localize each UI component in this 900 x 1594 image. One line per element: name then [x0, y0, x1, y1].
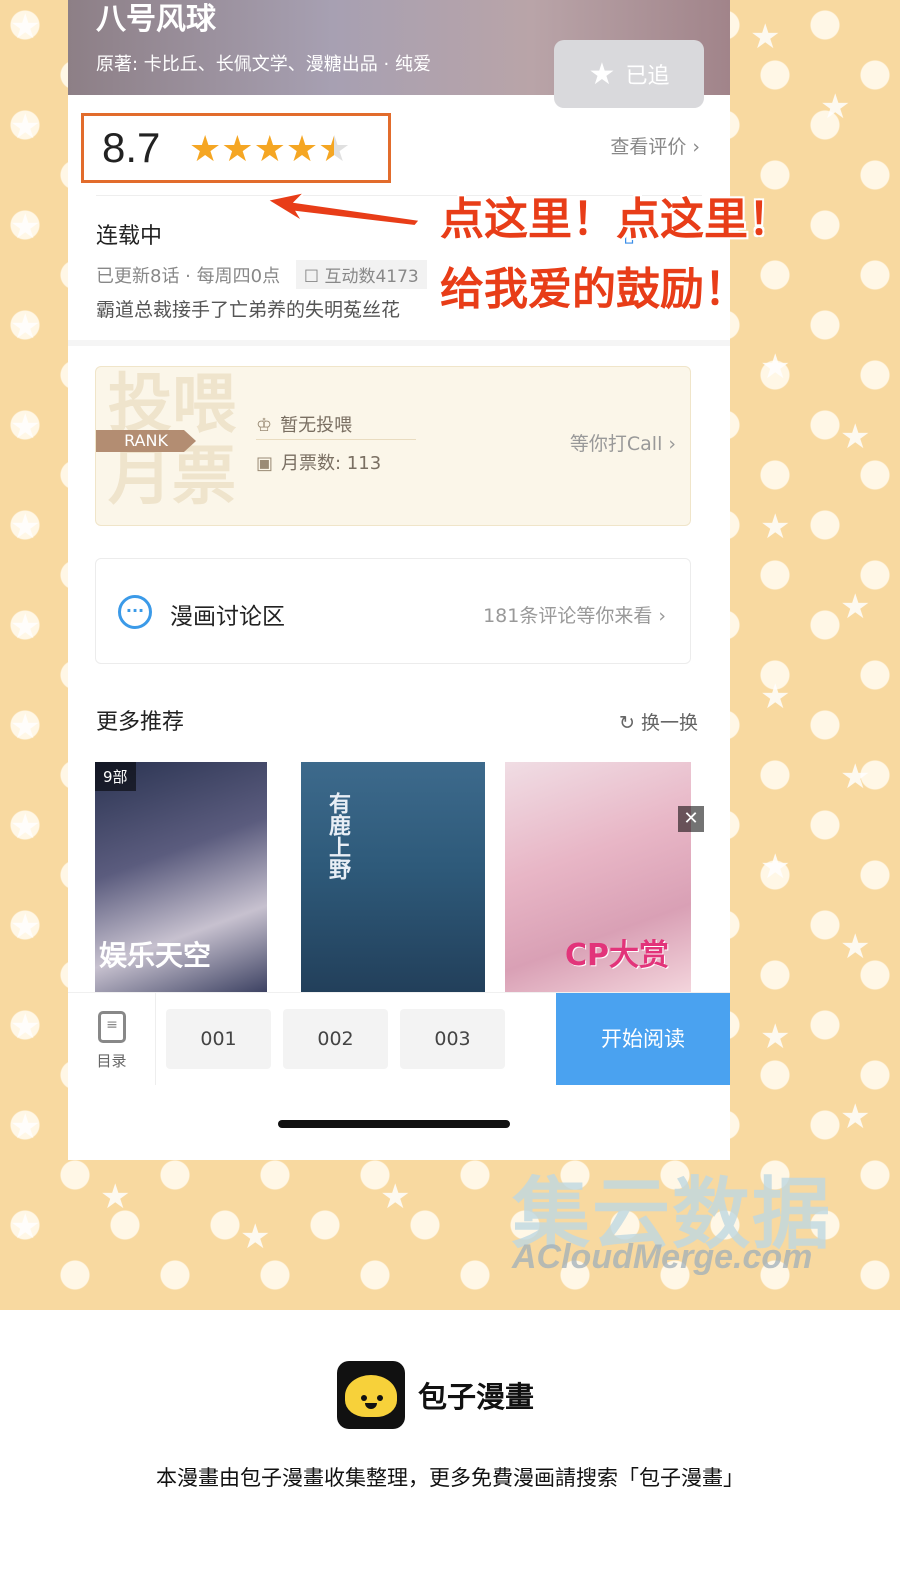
star-icon: ★: [840, 927, 871, 967]
annotation-text-line1: 点这里！点这里！: [440, 194, 792, 245]
star-icon: ★: [10, 407, 41, 447]
logo-eye: [377, 1395, 383, 1401]
home-indicator[interactable]: [278, 1120, 510, 1128]
star-icon[interactable]: ★: [254, 129, 286, 170]
star-icon: ★: [10, 907, 41, 947]
cheer-button[interactable]: 等你打Call ›: [570, 429, 676, 456]
interaction-count: ☐ 互动数4173: [295, 260, 427, 289]
star-icon: ★: [750, 17, 781, 57]
star-icon: ★: [760, 1017, 791, 1057]
rating-score: 8.7: [102, 124, 161, 171]
close-icon[interactable]: ✕: [678, 806, 704, 832]
cover-badge: 9部: [95, 762, 136, 791]
watermark-en: ACloudMerge.com: [512, 1238, 813, 1276]
annotation-arrow: [265, 190, 422, 228]
rank-ticket-line: ▣ 月票数: 113: [256, 449, 381, 475]
star-icon[interactable]: ★: [221, 129, 253, 170]
update-schedule: 已更新8话 · 每周四0点: [96, 266, 281, 287]
monthly-ticket-card[interactable]: 投喂 月票 RANK ♔ 暂无投喂 ▣ 月票数: 113 等你打Call ›: [95, 366, 691, 526]
recommend-title: 更多推荐: [96, 710, 185, 735]
star-icon: ★: [10, 1007, 41, 1047]
star-icon: ★: [10, 307, 41, 347]
ticket-icon: ▣: [256, 453, 274, 474]
logo-eye: [361, 1395, 367, 1401]
bottom-reading-bar: ≡ 目录 001 002 003 开始阅读: [68, 992, 730, 1085]
discussion-count: 181条评论等你来看 ›: [483, 605, 666, 627]
rating-highlight-box[interactable]: 8.7 ★★★★★: [81, 113, 391, 183]
discussion-label: 漫画讨论区: [170, 604, 285, 630]
comic-summary[interactable]: 霸道总裁接手了亡弟养的失明菟丝花: [96, 295, 496, 322]
toc-label: 目录: [96, 1052, 127, 1070]
star-icon: ★: [10, 207, 41, 247]
comic-meta: 原著: 卡比丘、长佩文学、漫糖出品 · 纯爱: [96, 54, 431, 75]
star-icon: ★: [840, 757, 871, 797]
rating-stars[interactable]: ★★★★★: [189, 129, 350, 170]
star-icon[interactable]: ★: [189, 129, 221, 170]
cover-title-art: CP大赏: [565, 938, 670, 973]
recommend-cover[interactable]: 有鹿上野: [301, 762, 485, 994]
rank-feed-line: ♔ 暂无投喂: [256, 411, 352, 437]
star-icon: ★: [10, 7, 41, 47]
chat-bubble-icon: ···: [118, 595, 152, 629]
rank-feed-text: 暂无投喂: [280, 415, 353, 436]
crown-icon: ♔: [256, 415, 273, 436]
star-icon: ★: [840, 417, 871, 457]
chapter-button[interactable]: 003: [400, 1009, 505, 1069]
update-info: 已更新8话 · 每周四0点 ☐ 互动数4173: [96, 260, 427, 289]
star-icon: ★: [840, 587, 871, 627]
list-icon: ≡: [98, 1011, 126, 1043]
star-icon: ★: [380, 1177, 411, 1217]
star-icon: ★: [10, 607, 41, 647]
toc-button[interactable]: ≡ 目录: [68, 993, 156, 1085]
star-icon: ★: [10, 707, 41, 747]
comic-title: 八号风球: [96, 2, 216, 37]
follow-label: 已追: [625, 64, 670, 89]
star-icon: ★: [10, 1107, 41, 1147]
star-icon: ★: [10, 807, 41, 847]
refresh-button[interactable]: ↻ 换一换: [619, 708, 698, 735]
section-separator: [68, 340, 730, 346]
star-icon: ★: [100, 1177, 131, 1217]
star-icon: ★: [840, 1097, 871, 1137]
comic-detail-screen: 八号风球 原著: 卡比丘、长佩文学、漫糖出品 · 纯爱 ★ 已追 8.7 ★★★…: [68, 0, 730, 1160]
recommend-cover[interactable]: CP大赏: [505, 762, 691, 994]
discussion-section[interactable]: ··· 漫画讨论区 181条评论等你来看 ›: [95, 558, 691, 664]
footer-brand: 包子漫畫: [418, 1380, 535, 1414]
rank-ticket-text: 月票数: 113: [281, 453, 382, 474]
view-rating-link[interactable]: 查看评价 ›: [610, 132, 700, 159]
star-icon: ★: [760, 507, 791, 547]
refresh-icon: ↻: [619, 712, 635, 734]
star-icon: ★: [588, 56, 616, 92]
divider: [256, 439, 416, 440]
start-reading-button[interactable]: 开始阅读: [556, 993, 730, 1085]
star-icon: ★: [820, 87, 851, 127]
refresh-label: 换一换: [640, 712, 698, 734]
baozi-logo: [337, 1361, 405, 1429]
chapter-button[interactable]: 001: [166, 1009, 271, 1069]
annotation-text-line2: 给我爱的鼓励！: [440, 264, 748, 315]
cover-title-art: 娱乐天空: [99, 939, 212, 972]
star-icon: ★: [10, 507, 41, 547]
star-icon[interactable]: ★: [286, 129, 318, 170]
star-icon: ★: [760, 847, 791, 887]
footer-note: 本漫畫由包子漫畫收集整理，更多免費漫画請搜索「包子漫畫」: [156, 1466, 744, 1490]
rank-tag: RANK: [96, 430, 196, 452]
bun-icon: [345, 1375, 397, 1417]
star-icon: ★: [10, 1207, 41, 1247]
star-icon: ★: [240, 1217, 271, 1257]
star-icon: ★: [760, 347, 791, 387]
star-icon[interactable]: ★: [318, 129, 350, 170]
follow-button[interactable]: ★ 已追: [554, 40, 704, 108]
recommend-cover[interactable]: 9部 娱乐天空: [95, 762, 267, 994]
star-icon: ★: [10, 107, 41, 147]
interaction-count-text: 互动数4173: [324, 267, 419, 287]
chapter-button[interactable]: 002: [283, 1009, 388, 1069]
star-icon: ★: [760, 677, 791, 717]
cover-title-art: 有鹿上野: [325, 792, 350, 880]
serialization-status: 连载中: [96, 224, 163, 249]
